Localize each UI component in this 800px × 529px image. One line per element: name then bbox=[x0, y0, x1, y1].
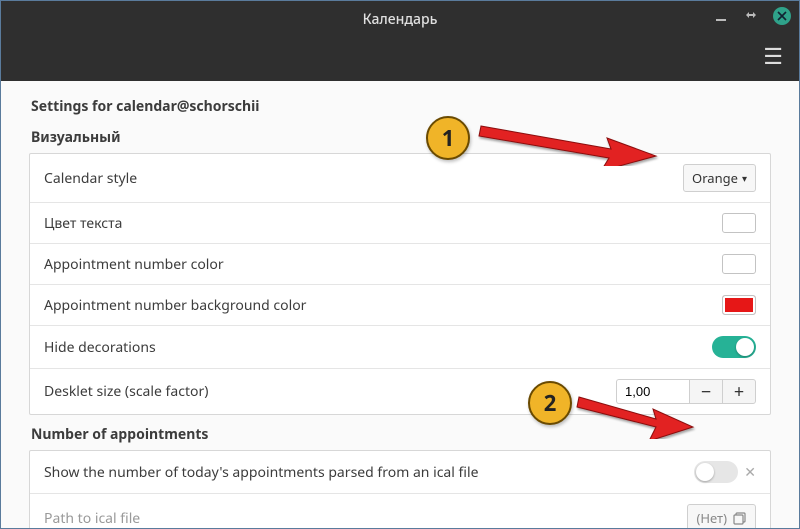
text-color-swatch[interactable] bbox=[722, 213, 756, 233]
calendar-style-dropdown[interactable]: Orange ▾ bbox=[683, 164, 756, 192]
appt-num-color-label: Appointment number color bbox=[44, 255, 224, 274]
window-title: Календарь bbox=[1, 1, 799, 29]
settings-heading: Settings for calendar@schorschii bbox=[31, 97, 771, 116]
row-path-ical: Path to ical file (Нет) bbox=[30, 494, 770, 529]
folder-icon bbox=[733, 511, 747, 525]
content-area: Settings for calendar@schorschii Визуаль… bbox=[1, 81, 799, 529]
show-today-toggle[interactable] bbox=[694, 461, 738, 483]
row-appt-num-color: Appointment number color bbox=[30, 244, 770, 285]
appt-num-bg-label: Appointment number background color bbox=[44, 296, 306, 315]
row-calendar-style: Calendar style Orange ▾ bbox=[30, 154, 770, 203]
toggle-knob bbox=[736, 338, 754, 356]
annotation-badge-2: 2 bbox=[528, 381, 572, 425]
toggle-knob bbox=[696, 463, 714, 481]
window-root: Календарь ☰ Settings for calendar@schors… bbox=[0, 0, 800, 529]
row-show-today: Show the number of today's appointments … bbox=[30, 451, 770, 494]
path-ical-button[interactable]: (Нет) bbox=[687, 504, 756, 529]
maximize-button[interactable] bbox=[743, 8, 759, 24]
stepper-minus-button[interactable]: − bbox=[689, 379, 722, 404]
close-icon: ✕ bbox=[744, 463, 756, 482]
desklet-size-stepper: − + bbox=[616, 379, 756, 404]
chevron-down-icon: ▾ bbox=[742, 171, 747, 185]
row-appt-num-bg: Appointment number background color bbox=[30, 285, 770, 326]
panel-appts: Show the number of today's appointments … bbox=[29, 450, 771, 529]
row-text-color: Цвет текста bbox=[30, 203, 770, 244]
close-button[interactable] bbox=[773, 7, 791, 25]
desklet-size-label: Desklet size (scale factor) bbox=[44, 382, 208, 401]
section-appts-label: Number of appointments bbox=[31, 425, 771, 444]
path-ical-label: Path to ical file bbox=[44, 509, 140, 528]
titlebar: Календарь ☰ bbox=[1, 1, 799, 81]
annotation-badge-1: 1 bbox=[426, 116, 470, 160]
window-controls bbox=[713, 7, 791, 25]
panel-visual: Calendar style Orange ▾ Цвет текста Appo… bbox=[29, 153, 771, 415]
minimize-button[interactable] bbox=[713, 8, 729, 24]
appt-num-color-swatch[interactable] bbox=[722, 254, 756, 274]
show-today-label: Show the number of today's appointments … bbox=[44, 463, 478, 482]
section-visual-label: Визуальный bbox=[31, 128, 771, 147]
hide-decorations-label: Hide decorations bbox=[44, 338, 156, 357]
stepper-plus-button[interactable]: + bbox=[722, 379, 756, 404]
desklet-size-input[interactable] bbox=[616, 379, 689, 404]
hide-decorations-toggle[interactable] bbox=[712, 336, 756, 358]
menu-icon[interactable]: ☰ bbox=[763, 45, 783, 67]
appt-num-bg-swatch[interactable] bbox=[722, 295, 756, 315]
calendar-style-value: Orange bbox=[692, 169, 738, 187]
row-desklet-size: Desklet size (scale factor) − + bbox=[30, 369, 770, 414]
calendar-style-label: Calendar style bbox=[44, 169, 137, 188]
path-ical-value: (Нет) bbox=[696, 509, 727, 527]
text-color-label: Цвет текста bbox=[44, 214, 122, 233]
row-hide-decorations: Hide decorations bbox=[30, 326, 770, 369]
